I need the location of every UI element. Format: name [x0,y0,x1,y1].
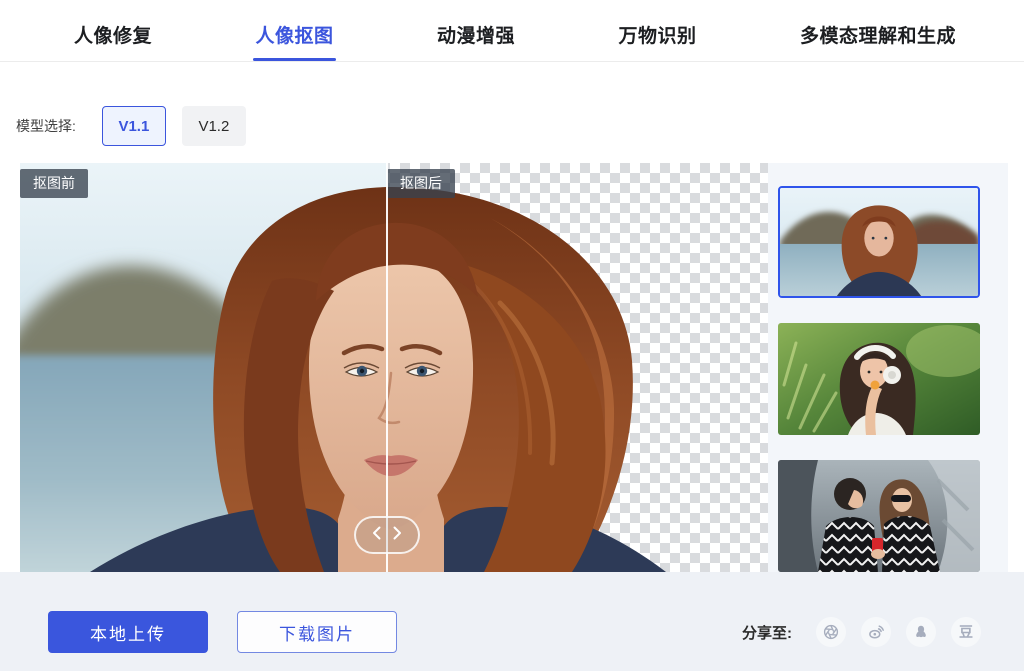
qq-icon[interactable] [906,617,936,647]
model-select-row: 模型选择: V1.1 V1.2 [16,106,246,146]
before-label-badge: 抠图前 [20,169,88,198]
thumbnail-lake-portrait[interactable] [778,186,980,298]
thumbnail-girl-headphones[interactable] [778,323,980,435]
app: 人像修复 人像抠图 动漫增强 万物识别 多模态理解和生成 模型选择: V1.1 … [0,0,1024,671]
thumbnail-lake-portrait-image [780,188,978,296]
share-row: 分享至: [742,617,981,647]
comparison-divider[interactable] [386,163,388,572]
douban-glyph: 豆 [959,625,973,639]
tab-portrait-matting[interactable]: 人像抠图 [253,21,335,61]
tab-anime-enhance[interactable]: 动漫增强 [435,21,517,61]
thumbnail-girl-headphones-image [778,323,980,435]
tab-portrait-restore[interactable]: 人像修复 [72,21,154,61]
sample-thumbnails [778,186,980,572]
local-upload-button[interactable]: 本地上传 [48,611,208,653]
model-option-v1-1[interactable]: V1.1 [102,106,166,146]
after-label-badge: 抠图后 [387,169,455,198]
weibo-icon[interactable] [861,617,891,647]
tab-object-recognition[interactable]: 万物识别 [616,21,698,61]
share-to-label: 分享至: [742,622,792,643]
comparison-viewer: 抠图前 抠图后 [20,163,768,572]
model-option-v1-2[interactable]: V1.2 [182,106,246,146]
aperture-icon[interactable] [816,617,846,647]
download-image-button[interactable]: 下载图片 [237,611,397,653]
chevron-left-icon [372,526,381,545]
before-after-photo [20,163,768,572]
model-select-label: 模型选择: [16,116,76,136]
douban-icon[interactable]: 豆 [951,617,981,647]
chevron-right-icon [393,526,402,545]
thumbnail-friends-red-cup-image [778,460,980,572]
tab-multimodal[interactable]: 多模态理解和生成 [798,21,958,61]
tab-bar: 人像修复 人像抠图 动漫增强 万物识别 多模态理解和生成 [0,0,1024,62]
thumbnail-friends-red-cup[interactable] [778,460,980,572]
comparison-slider-handle[interactable] [354,516,420,554]
